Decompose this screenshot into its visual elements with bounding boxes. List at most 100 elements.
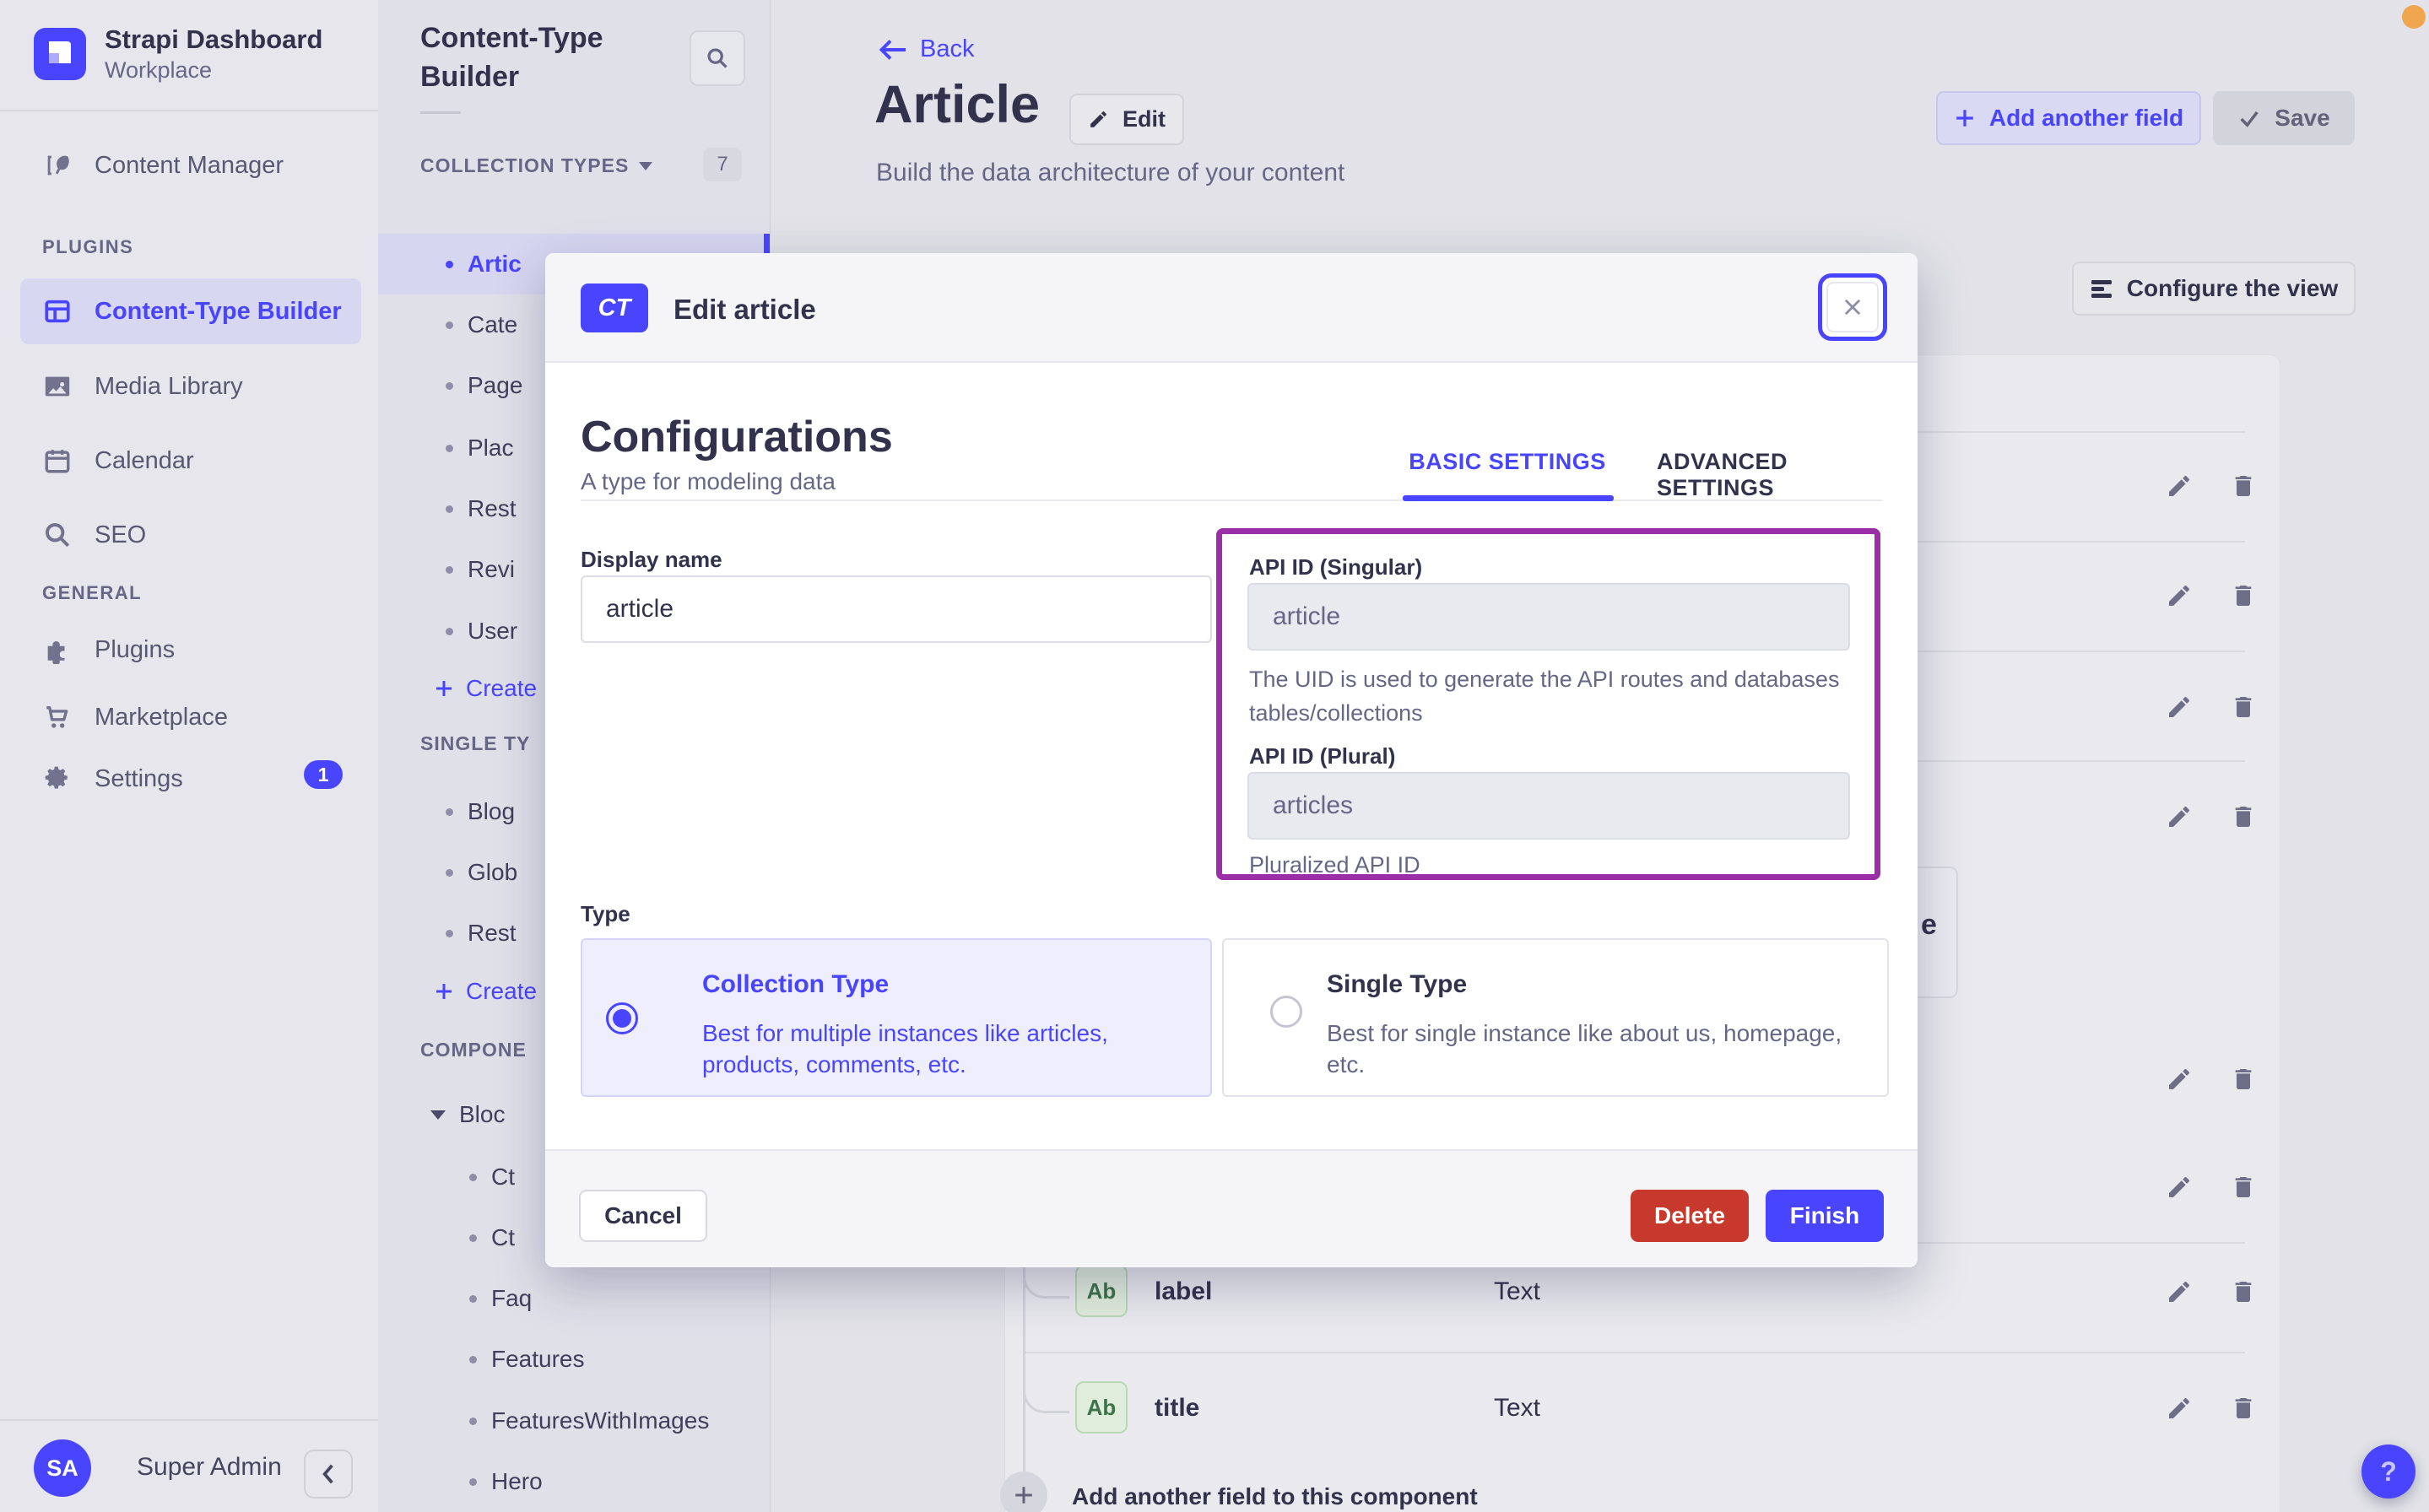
plus-icon: [436, 681, 452, 696]
trash-icon[interactable]: [2230, 1395, 2257, 1422]
pencil-icon[interactable]: [2166, 472, 2193, 500]
field-type: Text: [1494, 1394, 1541, 1422]
modal-header: CT Edit article: [545, 253, 1918, 363]
trash-icon[interactable]: [2230, 472, 2257, 500]
sidebar-item-content-type-builder[interactable]: Content-Type Builder: [20, 278, 361, 344]
bullet-icon: [446, 444, 453, 452]
trash-icon[interactable]: [2230, 1174, 2257, 1201]
strapi-app: Strapi Dashboard Workplace Content Manag…: [0, 0, 2429, 1512]
component-item[interactable]: Hero: [378, 1451, 770, 1512]
pencil-icon[interactable]: [2166, 1395, 2193, 1422]
modal-footer: Cancel Delete Finish: [545, 1149, 1918, 1267]
radio-selected-icon[interactable]: [606, 1002, 638, 1034]
bullet-icon: [469, 1477, 477, 1486]
sidebar-item-label: Settings: [95, 764, 183, 792]
components-header[interactable]: COMPONE: [420, 1039, 527, 1061]
pencil-icon[interactable]: [2166, 1174, 2193, 1201]
pencil-icon[interactable]: [2166, 1278, 2193, 1305]
sidebar-item-label: Media Library: [95, 372, 243, 400]
finish-button[interactable]: Finish: [1766, 1190, 1884, 1242]
sidebar-item-media-library[interactable]: Media Library: [20, 356, 361, 417]
bullet-icon: [469, 1417, 477, 1425]
bullet-icon: [446, 929, 453, 937]
media-library-icon: [42, 371, 73, 402]
component-item[interactable]: Faq: [378, 1268, 770, 1329]
trash-icon[interactable]: [2230, 582, 2257, 609]
brand-workspace: Workplace: [105, 57, 213, 83]
content-type-builder-icon: [42, 296, 73, 327]
sidebar-item-seo[interactable]: SEO: [20, 505, 361, 565]
display-name-label: Display name: [581, 547, 722, 572]
radio-unselected-icon[interactable]: [1270, 996, 1302, 1028]
trash-icon[interactable]: [2230, 803, 2257, 830]
bullet-icon: [446, 565, 453, 574]
sidebar-item-marketplace[interactable]: Marketplace: [20, 687, 361, 748]
pencil-icon[interactable]: [2166, 803, 2193, 830]
bullet-icon: [469, 1355, 477, 1364]
field-name: title: [1155, 1394, 1200, 1422]
back-link[interactable]: Back: [878, 35, 974, 63]
configure-the-view-button[interactable]: Configure the view: [2072, 262, 2356, 316]
search-icon: [707, 48, 728, 68]
sidebar-item-calendar[interactable]: Calendar: [20, 430, 361, 491]
component-item[interactable]: FeaturesWithImages: [378, 1390, 770, 1451]
seo-search-icon: [42, 520, 73, 550]
api-id-singular-input[interactable]: [1247, 583, 1850, 651]
single-types-header[interactable]: SINGLE TY: [420, 732, 530, 755]
sidebar-item-plugins[interactable]: Plugins: [20, 619, 361, 680]
trash-icon[interactable]: [2230, 694, 2257, 721]
single-type-card[interactable]: Single Type Best for single instance lik…: [1222, 938, 1889, 1097]
page-subtitle: Build the data architecture of your cont…: [876, 159, 1345, 186]
sidebar-divider: [0, 110, 378, 111]
api-id-plural-help: Pluralized API ID: [1249, 852, 1420, 878]
collection-type-card[interactable]: Collection Type Best for multiple instan…: [581, 938, 1212, 1097]
help-button[interactable]: ?: [2361, 1444, 2415, 1498]
collection-types-header[interactable]: COLLECTION TYPES: [420, 154, 653, 177]
close-button[interactable]: [1818, 273, 1887, 341]
layout-lines-icon: [2091, 280, 2112, 298]
text-field-type-badge: Ab: [1075, 1265, 1128, 1317]
bullet-icon: [469, 1294, 477, 1303]
sidebar-item-label: Content Manager: [95, 151, 284, 179]
add-field-to-component-button[interactable]: [1000, 1472, 1047, 1512]
tabs-divider: [581, 500, 1882, 501]
user-avatar[interactable]: SA: [34, 1439, 91, 1497]
cancel-button[interactable]: Cancel: [579, 1190, 707, 1242]
delete-button[interactable]: Delete: [1631, 1190, 1749, 1242]
collapse-sidebar-button[interactable]: [304, 1450, 353, 1498]
save-button[interactable]: Save: [2213, 91, 2355, 145]
search-button[interactable]: [690, 30, 745, 86]
bullet-icon: [446, 260, 453, 268]
sidebar-footer-divider: [0, 1419, 378, 1421]
pencil-icon[interactable]: [2166, 582, 2193, 609]
plus-icon: [1015, 1487, 1032, 1504]
pencil-icon[interactable]: [2166, 694, 2193, 721]
content-manager-icon: [42, 150, 73, 181]
sidebar-item-label: SEO: [95, 521, 147, 548]
trash-icon[interactable]: [2230, 1278, 2257, 1305]
tab-advanced-settings[interactable]: ADVANCED SETTINGS: [1657, 449, 1831, 501]
chevron-left-icon: [322, 1464, 333, 1484]
chevron-down-icon: [639, 161, 653, 170]
component-item[interactable]: Features: [378, 1329, 770, 1390]
add-field-to-component-label[interactable]: Add another field to this component: [1072, 1483, 1478, 1510]
pencil-icon: [1090, 111, 1106, 127]
tab-basic-settings[interactable]: BASIC SETTINGS: [1409, 449, 1606, 475]
display-name-input[interactable]: [581, 575, 1212, 643]
collection-types-label: COLLECTION TYPES: [420, 154, 630, 176]
type-label: Type: [581, 901, 630, 926]
strapi-logo-icon: [34, 28, 86, 80]
trash-icon[interactable]: [2230, 1066, 2257, 1093]
active-tab-underline: [1403, 495, 1614, 501]
page-title: Article: [874, 75, 1041, 134]
edit-article-modal: CT Edit article Configurations A type fo…: [545, 253, 1918, 1267]
content-type-badge: CT: [581, 284, 648, 332]
add-another-field-button[interactable]: Add another field: [1936, 91, 2201, 145]
brand[interactable]: Strapi Dashboard Workplace: [34, 24, 322, 84]
edit-button[interactable]: Edit: [1069, 94, 1184, 145]
sidebar-item-label: Content-Type Builder: [95, 297, 342, 325]
api-id-plural-input[interactable]: [1247, 772, 1850, 840]
sidebar-item-content-manager[interactable]: Content Manager: [20, 135, 361, 196]
pencil-icon[interactable]: [2166, 1066, 2193, 1093]
bullet-icon: [446, 321, 453, 329]
